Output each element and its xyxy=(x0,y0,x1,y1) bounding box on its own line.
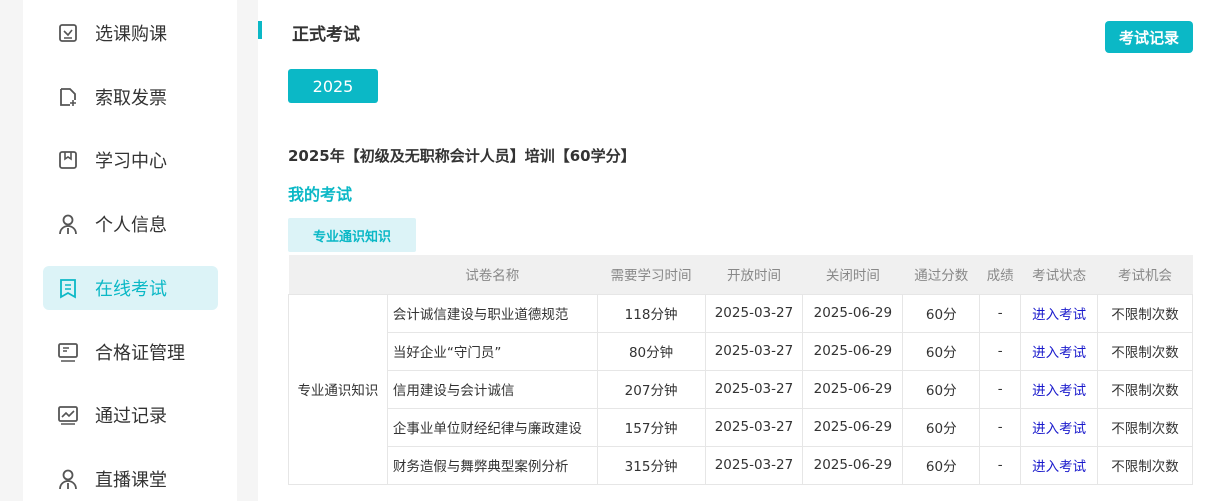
table-cell: 157分钟 xyxy=(596,407,706,447)
sidebar-item-5[interactable]: 合格证管理 xyxy=(43,330,218,374)
category-cell: 专业通识知识 xyxy=(288,293,388,485)
column-header: 开放时间 xyxy=(705,255,803,294)
table-cell: 不限制次数 xyxy=(1097,331,1193,371)
enter-exam-link[interactable]: 进入考试 xyxy=(1020,331,1099,371)
table-cell: 财务造假与舞弊典型案例分析 xyxy=(386,445,598,485)
file-add-icon xyxy=(60,87,76,106)
sidebar-item-7[interactable]: 直播课堂 xyxy=(43,457,218,501)
table-cell: 会计诚信建设与职业道德规范 xyxy=(386,293,598,333)
sidebar-item-label: 选课购课 xyxy=(95,24,167,45)
table-cell: - xyxy=(979,293,1022,333)
table-cell: 当好企业“守门员” xyxy=(386,331,598,371)
sidebar-item-6[interactable]: 通过记录 xyxy=(43,393,218,437)
column-header: 成绩 xyxy=(979,255,1021,294)
table-cell: 2025-03-27 xyxy=(704,293,804,333)
table-cell: - xyxy=(979,407,1022,447)
table-cell: 不限制次数 xyxy=(1097,445,1193,485)
sidebar-item-label: 在线考试 xyxy=(95,278,167,300)
column-header: 考试状态 xyxy=(1020,255,1098,294)
table-cell: 2025-06-29 xyxy=(802,445,904,485)
table-cell: 2025-03-27 xyxy=(704,369,804,409)
title-accent-bar xyxy=(258,21,262,39)
user-icon xyxy=(59,469,77,489)
sidebar-item-label: 合格证管理 xyxy=(95,342,185,364)
year-tab-2025[interactable]: 2025 xyxy=(288,69,378,103)
page-title: 正式考试 xyxy=(292,25,360,45)
table-cell: 企事业单位财经纪律与廉政建设 xyxy=(386,407,598,447)
sidebar-item-3[interactable]: 个人信息 xyxy=(43,202,218,246)
sidebar-item-label: 索取发票 xyxy=(95,87,167,109)
column-header: 考试机会 xyxy=(1097,255,1193,294)
enter-exam-link[interactable]: 进入考试 xyxy=(1020,293,1099,333)
enter-exam-link[interactable]: 进入考试 xyxy=(1020,445,1099,485)
table-cell: 2025-06-29 xyxy=(802,407,904,447)
table-cell: 60分 xyxy=(902,445,981,485)
enter-exam-link[interactable]: 进入考试 xyxy=(1020,369,1099,409)
table-cell: 不限制次数 xyxy=(1097,407,1193,447)
checkbox-icon xyxy=(59,24,77,42)
sidebar-item-label: 个人信息 xyxy=(95,215,167,237)
table-cell: 信用建设与会计诚信 xyxy=(386,369,598,409)
table-cell: 不限制次数 xyxy=(1097,369,1193,409)
table-cell: 80分钟 xyxy=(596,331,706,371)
table-cell: 207分钟 xyxy=(596,369,706,409)
column-header: 需要学习时间 xyxy=(597,255,705,294)
table-cell: - xyxy=(979,369,1022,409)
table-cell: 2025-06-29 xyxy=(802,293,904,333)
table-cell: 60分 xyxy=(902,407,981,447)
table-cell: 315分钟 xyxy=(596,445,706,485)
book-icon xyxy=(59,151,77,170)
table-cell: 2025-03-27 xyxy=(704,407,804,447)
table-cell: 118分钟 xyxy=(596,293,706,333)
column-header: 试卷名称 xyxy=(387,255,598,294)
chart-icon xyxy=(58,406,78,425)
table-cell: 不限制次数 xyxy=(1097,293,1193,333)
category-tab[interactable]: 专业通识知识 xyxy=(288,218,416,252)
column-header xyxy=(288,255,388,294)
course-title: 2025年【初级及无职称会计人员】培训【60学分】 xyxy=(288,147,636,165)
table-row: 信用建设与会计诚信 207分钟 2025-03-27 2025-06-29 60分 - 进入… xyxy=(289,369,1193,409)
sidebar-item-1[interactable]: 索取发票 xyxy=(43,75,218,119)
table-row: 专业通识知识 会计诚信建设与职业道德规范 118分钟 2025-03-27 2025-0… xyxy=(288,293,1193,485)
column-header: 通过分数 xyxy=(902,255,980,294)
sidebar-item-2[interactable]: 学习中心 xyxy=(43,138,218,182)
certificate-icon xyxy=(58,342,78,362)
table-cell: - xyxy=(979,331,1022,371)
my-exam-heading: 我的考试 xyxy=(288,185,353,204)
table-cell: 60分 xyxy=(902,293,981,333)
column-header: 关闭时间 xyxy=(802,255,903,294)
sidebar-item-label: 直播课堂 xyxy=(95,469,167,491)
exam-table: 试卷名称 需要学习时间 开放时间 关闭时间 通过分数 成绩 考试状态 考试机会 专业通识知识会… xyxy=(288,255,1193,485)
enter-exam-link[interactable]: 进入考试 xyxy=(1020,407,1099,447)
table-row: 当好企业“守门员” 80分钟 2025-03-27 2025-06-29 60分 - 进入考… xyxy=(289,331,1193,371)
table-cell: 60分 xyxy=(902,369,981,409)
sidebar-item-4[interactable]: 在线考试 xyxy=(43,265,218,310)
sidebar-item-label: 通过记录 xyxy=(95,406,167,428)
main-panel: 正式考试 考试记录 2025 2025年【初级及无职称会计人员】培训【60学分】… xyxy=(258,0,1223,501)
sidebar-item-label: 学习中心 xyxy=(95,151,167,173)
table-cell: 2025-03-27 xyxy=(704,331,804,371)
sidebar-item-0[interactable]: 选课购课 xyxy=(43,11,218,55)
table-row: 财务造假与舞弊典型案例分析 315分钟 2025-03-27 2025-06-29 60… xyxy=(289,445,1193,485)
table-cell: 2025-03-27 xyxy=(704,445,804,485)
sidebar: 选课购课索取发票学习中心个人信息在线考试合格证管理通过记录直播课堂 xyxy=(23,0,237,501)
exam-icon xyxy=(60,278,76,299)
table-cell: - xyxy=(979,445,1022,485)
table-cell: 2025-06-29 xyxy=(802,369,904,409)
table-row: 企事业单位财经纪律与廉政建设 157分钟 2025-03-27 2025-06-29 6… xyxy=(289,407,1193,447)
table-cell: 2025-06-29 xyxy=(802,331,904,371)
user-icon xyxy=(59,214,77,235)
exam-record-button[interactable]: 考试记录 xyxy=(1105,21,1193,53)
table-cell: 60分 xyxy=(902,331,981,371)
